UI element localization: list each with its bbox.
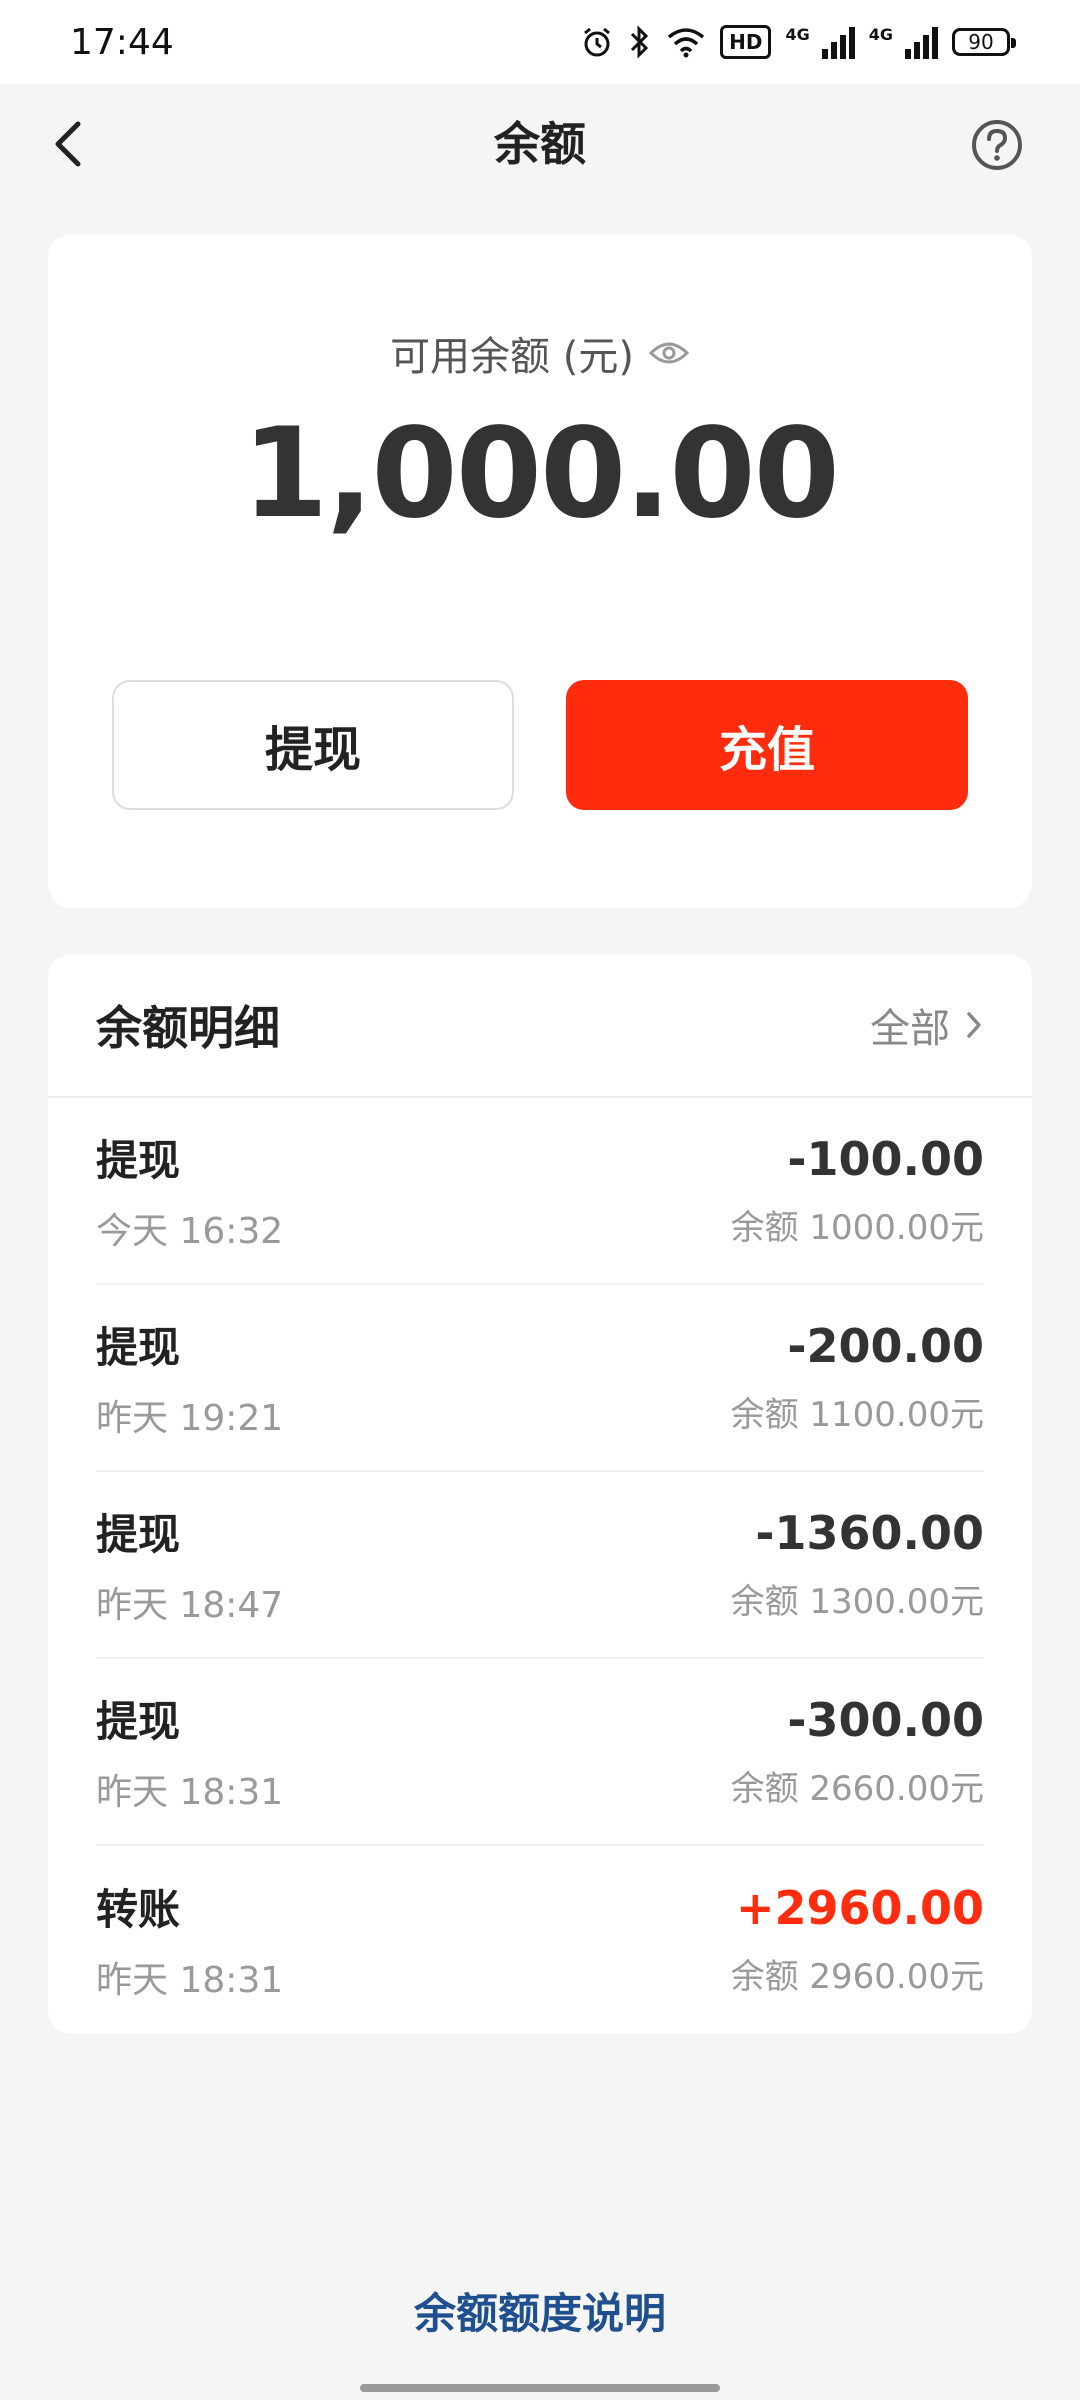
chevron-right-icon (967, 1012, 981, 1038)
help-button[interactable] (970, 118, 1024, 172)
eye-icon[interactable] (648, 338, 690, 368)
tx-time: 昨天 19:21 (96, 1398, 284, 1439)
tx-amount: -1360.00 (755, 1506, 984, 1560)
page-title: 余额 (494, 117, 586, 171)
tx-right: -200.00 余额 1100.00元 (731, 1319, 984, 1436)
withdraw-button[interactable]: 提现 (112, 680, 514, 810)
balance-label: 可用余额 (元) (390, 334, 634, 380)
help-circle-icon (972, 120, 1022, 170)
tx-type: 转账 (96, 1885, 181, 1934)
tx-left: 提现 今天 16:32 (96, 1127, 283, 1254)
balance-label-row: 可用余额 (元) (48, 324, 1032, 382)
signal-icon-2 (905, 25, 938, 59)
table-row[interactable]: 提现 今天 16:32 -100.00 余额 1000.00元 (96, 1098, 984, 1285)
battery-icon: 90 (952, 28, 1016, 56)
tx-right: -100.00 余额 1000.00元 (731, 1132, 984, 1249)
tx-type: 提现 (96, 1697, 181, 1746)
status-time: 17:44 (70, 21, 174, 63)
view-all-link[interactable]: 全部 (870, 996, 984, 1054)
tx-amount: -200.00 (787, 1319, 984, 1373)
tx-amount: -300.00 (787, 1693, 984, 1747)
alarm-icon (584, 27, 611, 57)
tx-balance: 余额 2960.00元 (730, 1957, 984, 1997)
home-indicator[interactable] (360, 2384, 720, 2392)
signal-icon-1 (821, 25, 855, 59)
detail-header: 余额明细 全部 (48, 954, 1032, 1098)
balance-card: 可用余额 (元) 1,000.00 提现 充值 (48, 234, 1032, 908)
tx-right: -1360.00 余额 1300.00元 (731, 1506, 984, 1623)
tx-time: 昨天 18:47 (96, 1585, 284, 1626)
bluetooth-icon (631, 25, 649, 59)
balance-amount: 1,000.00 (242, 402, 840, 546)
view-all-label: 全部 (870, 1006, 950, 1052)
tx-left: 提现 昨天 19:21 (96, 1314, 283, 1441)
detail-title: 余额明细 (96, 1001, 280, 1055)
tx-amount: -100.00 (787, 1132, 984, 1186)
table-row[interactable]: 提现 昨天 18:31 -300.00 余额 2660.00元 (96, 1659, 984, 1846)
hd-badge: HD (720, 25, 772, 59)
balance-limit-info-link[interactable]: 余额额度说明 (0, 2280, 1080, 2341)
status-icons: HD 4G 4G 90 (580, 25, 1016, 59)
network-label-1: 4G (785, 25, 810, 44)
recharge-button[interactable]: 充值 (566, 680, 968, 810)
nav-bar: 余额 (0, 84, 1080, 208)
tx-balance: 余额 1000.00元 (730, 1208, 984, 1248)
tx-balance: 余额 2660.00元 (730, 1769, 984, 1809)
balance-detail-card: 余额明细 全部 提现 今天 16:32 -100.00 余额 1000.00元 … (48, 954, 1032, 2034)
status-bar: 17:44 HD 4G 4G 90 (0, 0, 1080, 84)
table-row[interactable]: 转账 昨天 18:31 +2960.00 余额 2960.00元 (96, 1846, 984, 2033)
transaction-list: 提现 今天 16:32 -100.00 余额 1000.00元 提现 昨天 19… (48, 1098, 1032, 2033)
wifi-icon (668, 28, 705, 58)
tx-time: 昨天 18:31 (96, 1772, 284, 1813)
tx-left: 提现 昨天 18:47 (96, 1501, 283, 1628)
tx-time: 昨天 18:31 (96, 1960, 284, 2001)
tx-type: 提现 (96, 1323, 181, 1372)
tx-right: +2960.00 余额 2960.00元 (731, 1881, 984, 1998)
tx-balance: 余额 1300.00元 (730, 1582, 984, 1622)
network-label-2: 4G (868, 25, 893, 44)
tx-amount: +2960.00 (735, 1881, 984, 1935)
tx-type: 提现 (96, 1136, 181, 1185)
table-row[interactable]: 提现 昨天 19:21 -200.00 余额 1100.00元 (96, 1285, 984, 1472)
tx-time: 今天 16:32 (96, 1211, 284, 1252)
tx-left: 提现 昨天 18:31 (96, 1688, 283, 1815)
table-row[interactable]: 提现 昨天 18:47 -1360.00 余额 1300.00元 (96, 1472, 984, 1659)
tx-left: 转账 昨天 18:31 (96, 1876, 283, 2003)
tx-balance: 余额 1100.00元 (730, 1395, 984, 1435)
tx-right: -300.00 余额 2660.00元 (731, 1693, 984, 1810)
tx-type: 提现 (96, 1510, 181, 1559)
